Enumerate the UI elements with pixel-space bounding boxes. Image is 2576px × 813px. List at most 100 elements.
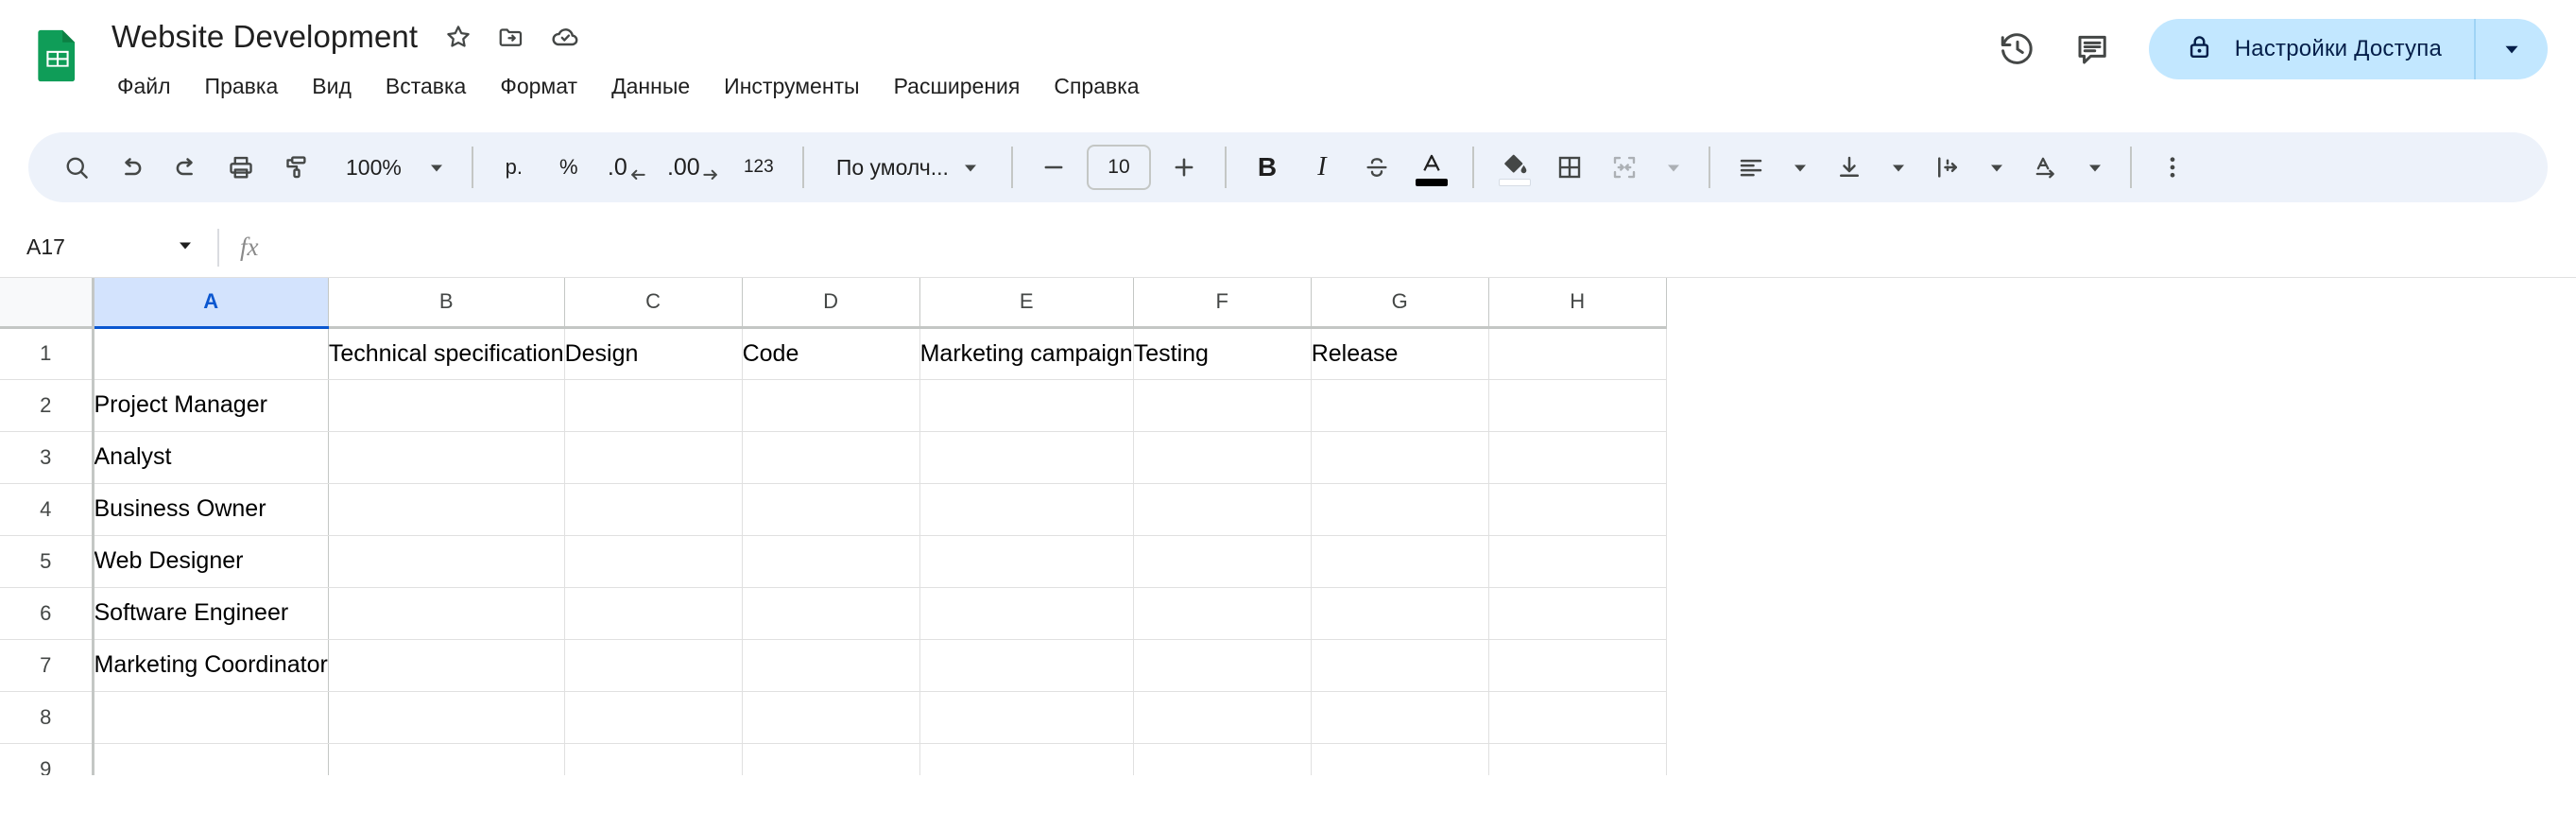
- vertical-align-button[interactable]: [1822, 140, 1877, 195]
- row-header-5[interactable]: 5: [0, 535, 94, 588]
- cell-g4[interactable]: [1311, 483, 1489, 536]
- cell-c6[interactable]: [564, 587, 743, 640]
- cell-h9[interactable]: [1488, 743, 1667, 775]
- comment-icon[interactable]: [2073, 29, 2113, 69]
- cell-d6[interactable]: [742, 587, 920, 640]
- cell-a3[interactable]: Analyst: [93, 431, 329, 484]
- menu-item-format[interactable]: Формат: [483, 68, 594, 104]
- cloud-saved-icon[interactable]: [550, 22, 580, 52]
- column-header-f[interactable]: F: [1133, 278, 1312, 329]
- version-history-icon[interactable]: [1998, 29, 2037, 69]
- cell-f5[interactable]: [1133, 535, 1312, 588]
- cell-a9[interactable]: [93, 743, 329, 775]
- cell-e1[interactable]: Marketing campaign: [919, 327, 1134, 380]
- cell-g6[interactable]: [1311, 587, 1489, 640]
- fill-color-button[interactable]: [1487, 140, 1542, 195]
- cell-h1[interactable]: [1488, 327, 1667, 380]
- more-formats-button[interactable]: 123: [729, 140, 789, 195]
- increase-font-size-button[interactable]: [1157, 140, 1211, 195]
- cell-e6[interactable]: [919, 587, 1134, 640]
- cell-f7[interactable]: [1133, 639, 1312, 692]
- merge-cells-chevron-down-icon[interactable]: [1652, 143, 1695, 192]
- row-header-1[interactable]: 1: [0, 327, 94, 380]
- text-color-button[interactable]: [1404, 140, 1459, 195]
- cell-b6[interactable]: [328, 587, 565, 640]
- decrease-font-size-button[interactable]: [1026, 140, 1081, 195]
- cell-g9[interactable]: [1311, 743, 1489, 775]
- font-size-input[interactable]: 10: [1086, 145, 1151, 190]
- cell-f2[interactable]: [1133, 379, 1312, 432]
- cell-f8[interactable]: [1133, 691, 1312, 744]
- cell-e2[interactable]: [919, 379, 1134, 432]
- cell-b5[interactable]: [328, 535, 565, 588]
- cell-b4[interactable]: [328, 483, 565, 536]
- cell-d4[interactable]: [742, 483, 920, 536]
- cell-e9[interactable]: [919, 743, 1134, 775]
- text-wrapping-button[interactable]: [1920, 140, 1975, 195]
- name-box-chevron-down-icon[interactable]: [174, 234, 197, 261]
- strikethrough-button[interactable]: [1349, 140, 1404, 195]
- currency-format-button[interactable]: р.: [487, 140, 541, 195]
- cell-a7[interactable]: Marketing Coordinator: [93, 639, 329, 692]
- cell-e7[interactable]: [919, 639, 1134, 692]
- more-options-icon[interactable]: [2145, 140, 2200, 195]
- bold-button[interactable]: B: [1240, 140, 1295, 195]
- cell-b3[interactable]: [328, 431, 565, 484]
- cell-h3[interactable]: [1488, 431, 1667, 484]
- cell-g3[interactable]: [1311, 431, 1489, 484]
- cell-c5[interactable]: [564, 535, 743, 588]
- cell-e4[interactable]: [919, 483, 1134, 536]
- horizontal-align-chevron-down-icon[interactable]: [1778, 143, 1822, 192]
- cell-g5[interactable]: [1311, 535, 1489, 588]
- share-button[interactable]: Настройки Доступа: [2148, 19, 2548, 79]
- row-header-9[interactable]: 9: [0, 743, 94, 775]
- cell-e8[interactable]: [919, 691, 1134, 744]
- cell-g7[interactable]: [1311, 639, 1489, 692]
- font-family-selector[interactable]: По умолч...: [823, 141, 998, 194]
- column-header-a[interactable]: A: [93, 278, 329, 329]
- font-family-chevron-down-icon[interactable]: [949, 143, 992, 192]
- text-rotation-button[interactable]: [2018, 140, 2073, 195]
- cell-c9[interactable]: [564, 743, 743, 775]
- cell-f9[interactable]: [1133, 743, 1312, 775]
- cell-g8[interactable]: [1311, 691, 1489, 744]
- move-to-folder-icon[interactable]: [497, 22, 525, 52]
- cell-g1[interactable]: Release: [1311, 327, 1489, 380]
- text-rotation-chevron-down-icon[interactable]: [2073, 143, 2117, 192]
- function-fx-icon[interactable]: fx: [240, 233, 259, 262]
- page-title[interactable]: Website Development: [112, 17, 418, 57]
- cell-d9[interactable]: [742, 743, 920, 775]
- row-header-4[interactable]: 4: [0, 483, 94, 536]
- cell-b2[interactable]: [328, 379, 565, 432]
- cell-a4[interactable]: Business Owner: [93, 483, 329, 536]
- cell-f4[interactable]: [1133, 483, 1312, 536]
- menu-item-edit[interactable]: Правка: [188, 68, 296, 104]
- menu-item-extensions[interactable]: Расширения: [877, 68, 1038, 104]
- cell-b1[interactable]: Technical specification: [328, 327, 565, 380]
- cell-h2[interactable]: [1488, 379, 1667, 432]
- column-header-g[interactable]: G: [1311, 278, 1489, 329]
- cell-c2[interactable]: [564, 379, 743, 432]
- column-header-d[interactable]: D: [742, 278, 920, 329]
- name-box[interactable]: A17: [11, 234, 210, 261]
- cell-a6[interactable]: Software Engineer: [93, 587, 329, 640]
- row-header-8[interactable]: 8: [0, 691, 94, 744]
- cell-b8[interactable]: [328, 691, 565, 744]
- column-header-e[interactable]: E: [919, 278, 1134, 329]
- borders-button[interactable]: [1542, 140, 1597, 195]
- cell-b9[interactable]: [328, 743, 565, 775]
- share-button-main[interactable]: Настройки Доступа: [2149, 19, 2474, 79]
- cell-h6[interactable]: [1488, 587, 1667, 640]
- row-header-6[interactable]: 6: [0, 587, 94, 640]
- paint-format-icon[interactable]: [268, 140, 323, 195]
- increase-decimal-button[interactable]: .00: [659, 140, 729, 195]
- cell-h7[interactable]: [1488, 639, 1667, 692]
- cell-d1[interactable]: Code: [742, 327, 920, 380]
- column-header-h[interactable]: H: [1488, 278, 1667, 329]
- cell-f1[interactable]: Testing: [1133, 327, 1312, 380]
- star-icon[interactable]: [444, 22, 472, 52]
- print-icon[interactable]: [214, 140, 268, 195]
- search-icon[interactable]: [49, 140, 104, 195]
- cell-a2[interactable]: Project Manager: [93, 379, 329, 432]
- cell-a5[interactable]: Web Designer: [93, 535, 329, 588]
